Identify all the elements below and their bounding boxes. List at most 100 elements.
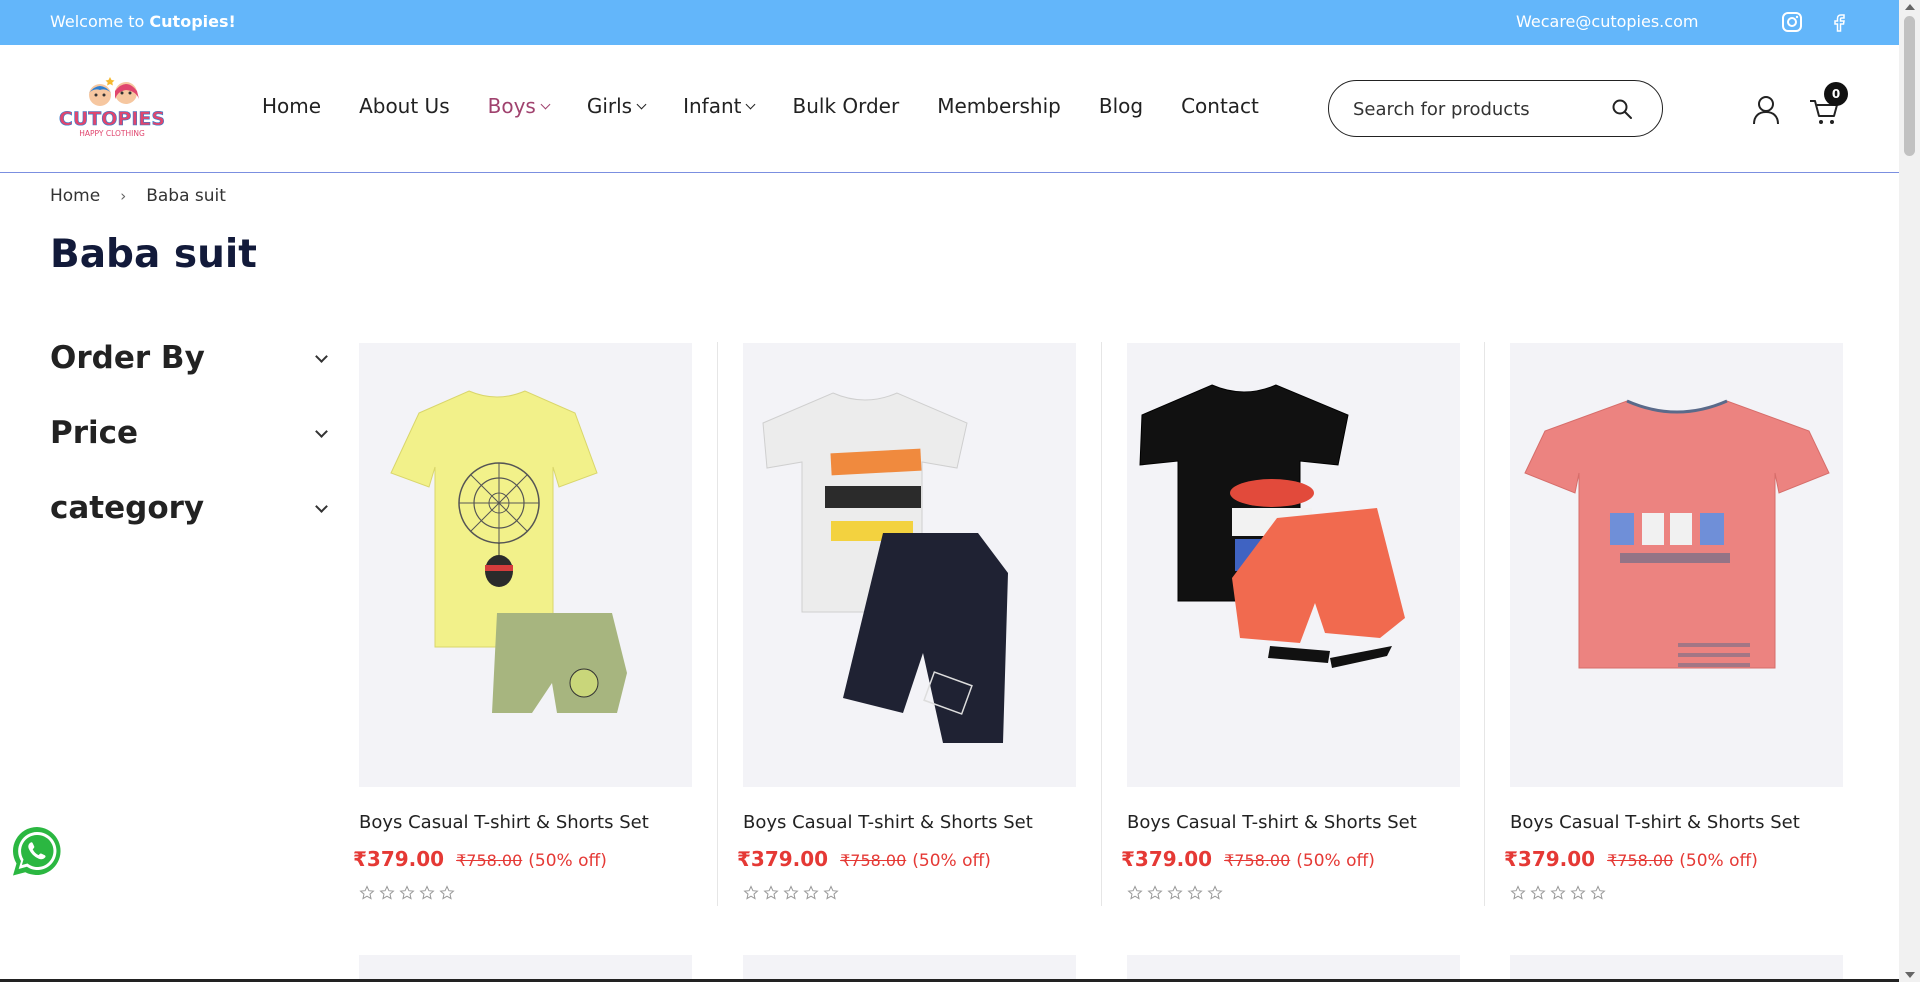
product-photo-pink-tshirt [1524, 399, 1830, 669]
rating-stars [1510, 885, 1606, 901]
product-name[interactable]: Boys Casual T-shirt & Shorts Set [359, 812, 649, 833]
breadcrumb-separator: › [120, 187, 127, 205]
product-card[interactable]: Boys Casual T-shirt & Shorts Set ₹379.00… [1504, 343, 1843, 900]
filter-category[interactable]: category [50, 490, 330, 534]
product-card-next-row[interactable] [1127, 955, 1460, 982]
search-box [1328, 80, 1663, 137]
scroll-up-arrow-icon[interactable] [1905, 4, 1915, 10]
search-input[interactable] [1353, 97, 1593, 121]
column-divider [1101, 342, 1102, 906]
product-card[interactable]: Boys Casual T-shirt & Shorts Set ₹379.00… [1121, 343, 1460, 900]
nav-boys[interactable]: Boys [488, 94, 551, 118]
nav-blog[interactable]: Blog [1099, 94, 1143, 118]
welcome-text: Welcome to Cutopies! [50, 12, 236, 31]
chevron-down-icon [315, 500, 328, 513]
nav-girls[interactable]: Girls [587, 94, 647, 118]
instagram-icon[interactable] [1781, 11, 1803, 33]
product-prices: ₹379.00 ₹758.00 (50% off) [353, 847, 607, 871]
page-scrollbar[interactable] [1899, 0, 1920, 982]
filter-price[interactable]: Price [50, 415, 330, 459]
product-image[interactable] [743, 343, 1076, 787]
product-price: ₹379.00 [737, 847, 829, 871]
chevron-down-icon [315, 350, 328, 363]
product-image[interactable] [1510, 343, 1843, 787]
contact-email-link[interactable]: Wecare@cutopies.com [1516, 12, 1698, 31]
nav-home[interactable]: Home [262, 94, 321, 118]
breadcrumb-home[interactable]: Home [50, 186, 100, 206]
product-discount: (50% off) [1679, 851, 1758, 871]
breadcrumb-current: Baba suit [146, 186, 226, 206]
product-name[interactable]: Boys Casual T-shirt & Shorts Set [743, 812, 1033, 833]
product-photo-black-set [1139, 384, 1405, 668]
product-image[interactable] [1127, 343, 1460, 787]
star-empty-icon [823, 885, 839, 900]
product-card-next-row[interactable] [743, 955, 1076, 982]
product-price: ₹379.00 [1504, 847, 1596, 871]
star-empty-icon [803, 885, 819, 900]
user-account-icon[interactable] [1752, 95, 1780, 125]
product-old-price: ₹758.00 [840, 851, 907, 870]
nav-membership[interactable]: Membership [937, 94, 1061, 118]
nav-infant[interactable]: Infant [683, 94, 756, 118]
chevron-down-icon [636, 99, 647, 109]
star-empty-icon [743, 885, 759, 900]
star-empty-icon [763, 885, 779, 900]
product-name[interactable]: Boys Casual T-shirt & Shorts Set [1127, 812, 1417, 833]
star-empty-icon [399, 885, 415, 900]
star-empty-icon [1127, 885, 1143, 900]
product-card[interactable]: Boys Casual T-shirt & Shorts Set ₹379.00… [353, 343, 692, 900]
star-empty-icon [1510, 885, 1526, 900]
star-empty-icon [1530, 885, 1546, 900]
star-empty-icon [379, 885, 395, 900]
product-old-price: ₹758.00 [456, 851, 523, 870]
product-price: ₹379.00 [353, 847, 445, 871]
product-old-price: ₹758.00 [1224, 851, 1291, 870]
star-empty-icon [1147, 885, 1163, 900]
column-divider [717, 342, 718, 906]
rating-stars [743, 885, 839, 901]
product-card-next-row[interactable] [359, 955, 692, 982]
rating-stars [1127, 885, 1223, 901]
chevron-down-icon [540, 99, 551, 109]
page-title: Baba suit [50, 232, 257, 277]
product-photo-white-set [762, 392, 1008, 743]
welcome-brand: Cutopies! [149, 12, 236, 31]
product-prices: ₹379.00 ₹758.00 (50% off) [737, 847, 991, 871]
product-prices: ₹379.00 ₹758.00 (50% off) [1504, 847, 1758, 871]
logo-wordmark: CUTOPIES [59, 108, 165, 130]
product-card-next-row[interactable] [1510, 955, 1843, 982]
nav-contact[interactable]: Contact [1181, 94, 1259, 118]
filter-order-by[interactable]: Order By [50, 340, 330, 384]
cart-count-badge: 0 [1824, 82, 1848, 106]
product-old-price: ₹758.00 [1607, 851, 1674, 870]
product-image[interactable] [359, 343, 692, 787]
product-discount: (50% off) [1296, 851, 1375, 871]
star-empty-icon [439, 885, 455, 900]
top-bar: Welcome to Cutopies! Wecare@cutopies.com [0, 0, 1899, 45]
scrollbar-thumb[interactable] [1904, 16, 1915, 156]
star-empty-icon [419, 885, 435, 900]
scroll-down-arrow-icon[interactable] [1905, 972, 1915, 978]
star-empty-icon [1590, 885, 1606, 900]
whatsapp-icon[interactable] [10, 824, 64, 878]
nav-about-us[interactable]: About Us [359, 94, 450, 118]
breadcrumb: Home › Baba suit [50, 186, 226, 206]
product-card[interactable]: Boys Casual T-shirt & Shorts Set ₹379.00… [737, 343, 1076, 900]
product-price: ₹379.00 [1121, 847, 1213, 871]
chevron-down-icon [746, 99, 756, 109]
star-empty-icon [1550, 885, 1566, 900]
chevron-down-icon [315, 425, 328, 438]
product-discount: (50% off) [528, 851, 607, 871]
product-photo-yellow-set [390, 390, 627, 713]
star-empty-icon [1187, 885, 1203, 900]
nav-bulk-order[interactable]: Bulk Order [792, 94, 899, 118]
facebook-icon[interactable] [1828, 11, 1850, 33]
product-name[interactable]: Boys Casual T-shirt & Shorts Set [1510, 812, 1800, 833]
main-nav: Home About Us Boys Girls Infant Bulk Ord… [262, 94, 1297, 118]
rating-stars [359, 885, 455, 901]
search-icon[interactable] [1611, 98, 1633, 120]
cutopies-logo[interactable]: CUTOPIES HAPPY CLOTHING [56, 73, 168, 153]
star-empty-icon [783, 885, 799, 900]
product-prices: ₹379.00 ₹758.00 (50% off) [1121, 847, 1375, 871]
star-empty-icon [1207, 885, 1223, 900]
